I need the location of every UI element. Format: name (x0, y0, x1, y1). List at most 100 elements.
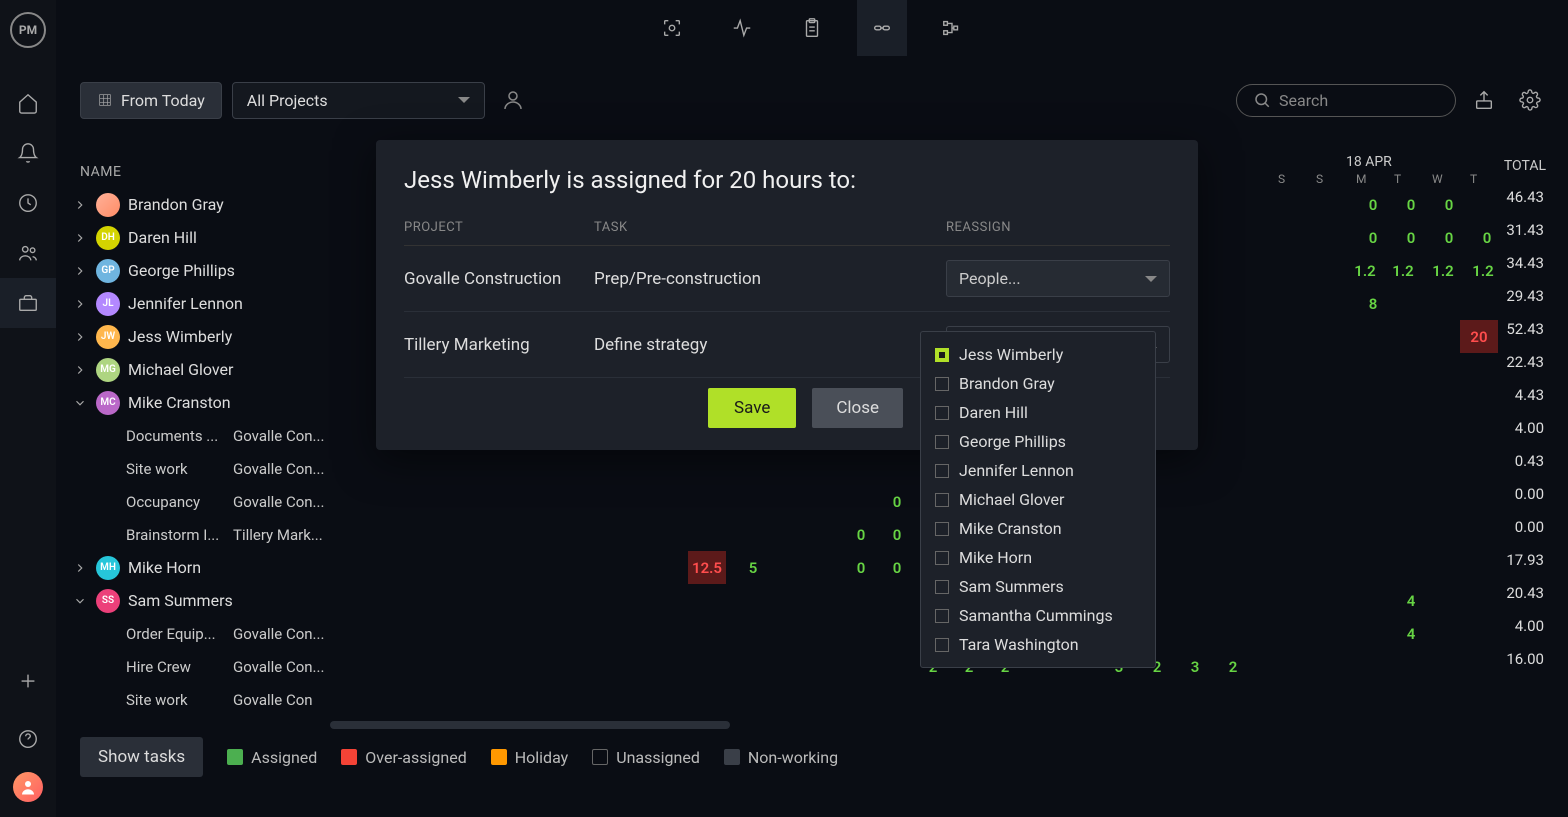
checkbox[interactable] (935, 580, 949, 594)
expand-chevron[interactable] (72, 329, 88, 345)
workload-cell[interactable]: 12.5 (688, 551, 726, 584)
export-icon[interactable] (1466, 82, 1502, 118)
expand-chevron[interactable] (72, 230, 88, 246)
workload-cell[interactable]: 0 (1392, 221, 1430, 254)
checkbox[interactable] (935, 493, 949, 507)
expand-chevron[interactable] (72, 263, 88, 279)
workload-cell[interactable]: 0 (878, 518, 916, 551)
workload-cell[interactable]: 0 (1354, 188, 1392, 221)
workload-cell[interactable]: 1.2 (1384, 254, 1422, 287)
checkbox[interactable] (935, 551, 949, 565)
help-icon[interactable] (0, 714, 56, 764)
plus-icon[interactable] (0, 656, 56, 706)
people-icon[interactable] (0, 228, 56, 278)
person-filter-icon[interactable] (495, 82, 531, 118)
from-today-button[interactable]: From Today (80, 82, 222, 119)
total-cell: 31.43 (1506, 221, 1544, 239)
people-option[interactable]: Sam Summers (921, 572, 1155, 601)
workload-cell[interactable]: 0 (1468, 221, 1506, 254)
people-option-label: Michael Glover (959, 490, 1064, 509)
workload-cell[interactable]: 3 (1176, 650, 1214, 683)
workload-cell[interactable]: 0 (1392, 188, 1430, 221)
people-option-label: Tara Washington (959, 635, 1079, 654)
activity-icon[interactable] (717, 0, 767, 56)
checkbox[interactable] (935, 377, 949, 391)
top-toolbar (56, 0, 1568, 56)
name-column-header: NAME (80, 164, 121, 180)
people-option[interactable]: George Phillips (921, 427, 1155, 456)
workload-cell[interactable]: 4 (1392, 617, 1430, 650)
person-row[interactable]: SSSam Summers 20.43 (68, 584, 1558, 617)
projects-dropdown[interactable]: All Projects (232, 82, 485, 119)
workload-cell[interactable]: 1.2 (1424, 254, 1462, 287)
briefcase-icon[interactable] (0, 278, 56, 328)
task-row[interactable]: Site workGovalle Con (68, 683, 1558, 716)
reassign-select[interactable]: People... (946, 260, 1170, 297)
workload-cell[interactable]: 20 (1460, 320, 1498, 353)
workload-cell[interactable]: 0 (1430, 188, 1468, 221)
link-icon[interactable] (857, 0, 907, 56)
checkbox[interactable] (935, 435, 949, 449)
expand-chevron[interactable] (72, 593, 88, 609)
checkbox[interactable] (935, 522, 949, 536)
people-option[interactable]: Tara Washington (921, 630, 1155, 659)
workload-cell[interactable]: 0 (1430, 221, 1468, 254)
expand-chevron[interactable] (72, 296, 88, 312)
person-name: George Phillips (128, 261, 235, 280)
checkbox[interactable] (935, 464, 949, 478)
current-user-avatar[interactable] (13, 772, 43, 802)
checkbox[interactable] (935, 609, 949, 623)
workload-cell[interactable]: 5 (734, 551, 772, 584)
scan-icon[interactable] (647, 0, 697, 56)
people-option[interactable]: Michael Glover (921, 485, 1155, 514)
checkbox[interactable] (935, 638, 949, 652)
workload-cell[interactable]: 1.2 (1346, 254, 1384, 287)
expand-chevron[interactable] (72, 197, 88, 213)
expand-chevron[interactable] (72, 362, 88, 378)
person-row[interactable]: MHMike Horn 17.93 (68, 551, 1558, 584)
workload-cell[interactable]: 8 (1354, 287, 1392, 320)
home-icon[interactable] (0, 78, 56, 128)
dialog-task-cell: Define strategy (594, 335, 946, 355)
clipboard-icon[interactable] (787, 0, 837, 56)
workload-cell[interactable]: 1.2 (1464, 254, 1502, 287)
workload-cell[interactable]: 0 (1354, 221, 1392, 254)
workload-cell[interactable]: 4 (1392, 584, 1430, 617)
people-option[interactable]: Jess Wimberly (921, 340, 1155, 369)
task-row[interactable]: Brainstorm I...Tillery Mark... 0.00 (68, 518, 1558, 551)
people-option[interactable]: Brandon Gray (921, 369, 1155, 398)
workload-cell[interactable]: 2 (1214, 650, 1252, 683)
show-tasks-button[interactable]: Show tasks (80, 737, 203, 777)
avatar: MC (96, 391, 120, 415)
checkbox[interactable] (935, 406, 949, 420)
workload-cell[interactable]: 0 (842, 551, 880, 584)
from-today-label: From Today (121, 91, 205, 110)
people-option[interactable]: Mike Cranston (921, 514, 1155, 543)
workload-cell[interactable]: 0 (842, 518, 880, 551)
horizontal-scrollbar[interactable] (330, 721, 730, 729)
task-row[interactable]: Order Equip...Govalle Con... 4.00 (68, 617, 1558, 650)
people-option[interactable]: Daren Hill (921, 398, 1155, 427)
flow-icon[interactable] (927, 0, 977, 56)
app-logo[interactable]: PM (10, 12, 46, 48)
close-button[interactable]: Close (812, 388, 903, 428)
task-row[interactable]: OccupancyGovalle Con... 0.00 (68, 485, 1558, 518)
search-input[interactable]: Search (1236, 84, 1456, 117)
bell-icon[interactable] (0, 128, 56, 178)
workload-cell[interactable]: 0 (878, 485, 916, 518)
avatar: GP (96, 259, 120, 283)
expand-chevron[interactable] (72, 395, 88, 411)
gear-icon[interactable] (1512, 82, 1548, 118)
task-name: Order Equip... (126, 625, 221, 643)
workload-cell[interactable]: 0 (878, 551, 916, 584)
people-option[interactable]: Mike Horn (921, 543, 1155, 572)
clock-icon[interactable] (0, 178, 56, 228)
people-option[interactable]: Samantha Cummings (921, 601, 1155, 630)
save-button[interactable]: Save (708, 388, 796, 428)
expand-chevron[interactable] (72, 560, 88, 576)
task-row[interactable]: Hire CrewGovalle Con... 16.00 (68, 650, 1558, 683)
checkbox[interactable] (935, 348, 949, 362)
task-row[interactable]: Site workGovalle Con... 0.43 (68, 452, 1558, 485)
col-reassign-header: REASSIGN (946, 220, 1170, 235)
people-option[interactable]: Jennifer Lennon (921, 456, 1155, 485)
